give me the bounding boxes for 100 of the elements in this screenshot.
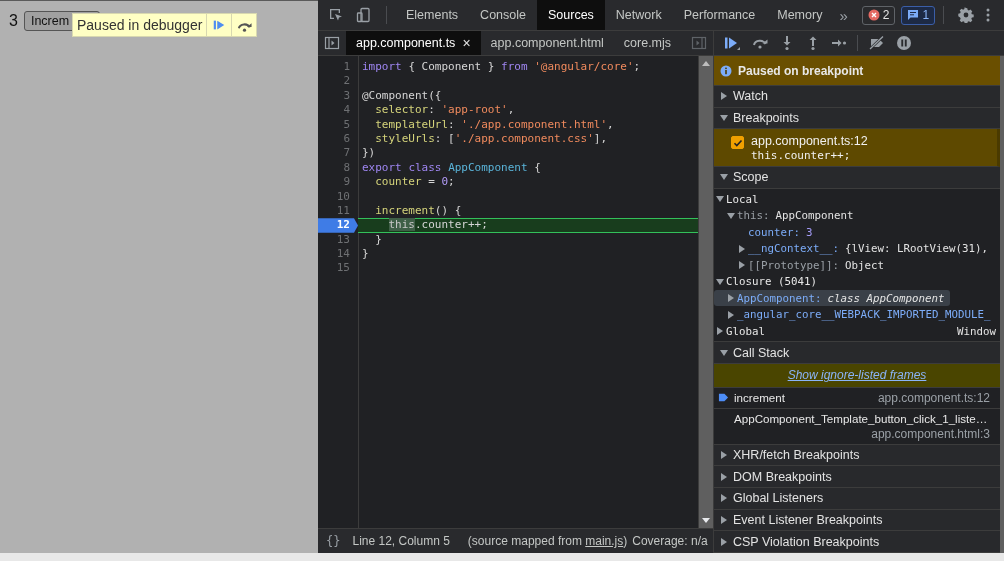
section-header[interactable]: XHR/fetch Breakpoints <box>714 444 1000 467</box>
expanded-triangle-icon[interactable] <box>716 196 724 203</box>
resume-icon <box>723 35 741 51</box>
panel-tab[interactable]: Console <box>469 0 537 30</box>
section-title: Breakpoints <box>733 110 799 125</box>
collapsed-triangle-icon[interactable] <box>721 451 727 460</box>
collapsed-triangle-icon[interactable] <box>721 472 727 481</box>
code-line: increment() { <box>374 203 463 219</box>
breakpoint-item[interactable]: app.component.ts:12 this.counter++; <box>714 129 1000 168</box>
function-name: increment <box>734 391 785 405</box>
selected-tree-row[interactable]: AppComponent: class AppComponent <box>714 289 950 307</box>
counter-value: 3 <box>9 12 18 30</box>
cursor-position: Line 12, Column 5 <box>352 534 451 548</box>
property-value: AppComponent <box>774 209 854 223</box>
section-title: DOM Breakpoints <box>733 469 832 484</box>
property-name: AppComponent: <box>737 291 822 305</box>
code-line: styleUrls: ['./app.component.css'], <box>374 131 609 147</box>
error-icon <box>867 9 880 21</box>
breakpoint-code: this.counter++; <box>751 149 852 163</box>
message-count-badge[interactable]: 1 <box>901 5 936 25</box>
file-tab-label: app.component.ts <box>356 36 456 50</box>
sidebar-toggle-right-icon <box>691 35 707 51</box>
section-title: Global Listeners <box>733 491 824 506</box>
source-map-text: (source mapped from main.js) <box>467 534 629 548</box>
section-header[interactable]: Global Listeners <box>714 488 1000 510</box>
section-header[interactable]: Scope <box>714 167 1000 189</box>
source-link[interactable]: main.js <box>585 534 624 548</box>
panel-tab[interactable]: Sources <box>537 0 605 30</box>
function-name: AppComponent_Template_button_click_1_liste… <box>734 412 988 426</box>
property-name: Global <box>726 324 765 338</box>
section-header[interactable]: Event Listener Breakpoints <box>714 509 1000 532</box>
property-value: Object <box>844 258 885 272</box>
coverage-text: Coverage: n/a <box>632 534 708 548</box>
panel-tab[interactable]: Network <box>604 0 673 30</box>
collapsed-triangle-icon[interactable] <box>739 261 745 270</box>
property-name: counter: <box>748 225 800 239</box>
property-name: _angular_core__WEBPACK_IMPORTED_MODULE_ <box>737 308 991 322</box>
message-icon <box>907 9 920 21</box>
property-value: class AppComponent <box>826 291 945 305</box>
code-line: }) <box>361 146 377 161</box>
section-title: Event Listener Breakpoints <box>733 512 883 527</box>
more-tabs-button[interactable]: » <box>833 6 856 24</box>
settings-icon <box>958 7 975 23</box>
expanded-triangle-icon[interactable] <box>727 212 735 219</box>
file-tab[interactable]: app.component.ts × <box>346 31 481 55</box>
scrollbar[interactable] <box>1000 56 1004 553</box>
close-tab-button[interactable]: × <box>462 35 471 51</box>
collapsed-triangle-icon[interactable] <box>728 310 734 319</box>
code-line: @Component({ <box>361 88 443 104</box>
file-tab[interactable]: app.component.html <box>480 31 614 55</box>
call-frame[interactable]: increment app.component.ts:12 <box>714 387 1000 409</box>
device-icon <box>356 7 372 23</box>
sidebar-toggle-icon <box>324 35 340 51</box>
property-name: __ngContext__: <box>748 242 839 256</box>
expanded-triangle-icon[interactable] <box>720 349 728 356</box>
collapsed-triangle-icon[interactable] <box>721 494 727 503</box>
code-line: } <box>374 232 383 248</box>
collapsed-triangle-icon[interactable] <box>717 327 723 336</box>
collapsed-triangle-icon[interactable] <box>739 244 745 253</box>
file-tab[interactable]: core.mjs <box>613 31 682 55</box>
section-header[interactable]: DOM Breakpoints <box>714 466 1000 489</box>
collapsed-triangle-icon[interactable] <box>728 294 734 303</box>
section-header[interactable]: CSP Violation Breakpoints <box>714 531 1000 553</box>
error-count-badge[interactable]: 2 <box>861 5 896 25</box>
expanded-triangle-icon[interactable] <box>720 114 728 121</box>
panel-tab[interactable]: Elements <box>395 0 470 30</box>
section-title: Call Stack <box>733 345 790 360</box>
breakpoint-checkbox[interactable] <box>731 136 744 150</box>
code-line: export class AppComponent { <box>361 160 542 176</box>
current-frame-icon <box>718 392 729 404</box>
property-value: 3 <box>805 225 813 239</box>
file-tab-label: core.mjs <box>623 36 672 50</box>
deactivate-breakpoints-icon <box>868 35 886 51</box>
panel-tab[interactable]: Performance <box>672 0 767 30</box>
collapsed-triangle-icon[interactable] <box>721 92 727 101</box>
line-number[interactable]: 12 <box>318 218 358 233</box>
section-header[interactable]: Breakpoints <box>714 107 1000 130</box>
scroll-up-icon <box>702 61 710 66</box>
frame-location: app.component.ts:12 <box>877 390 990 405</box>
breakpoint-location: app.component.ts:12 <box>751 134 868 149</box>
property-name: Closure (5041) <box>726 275 817 289</box>
section-header[interactable]: Call Stack <box>714 342 1000 364</box>
scrollbar[interactable] <box>698 56 713 528</box>
pretty-print-button[interactable]: {} <box>318 534 353 548</box>
code-line: } <box>361 247 370 262</box>
code-line: import { Component } from '@angular/core'; <box>361 60 642 75</box>
collapsed-triangle-icon[interactable] <box>721 537 727 546</box>
show-frames-link[interactable]: Show ignore-listed frames <box>787 368 927 383</box>
section-title: CSP Violation Breakpoints <box>733 534 880 549</box>
property-value: Window <box>957 324 997 338</box>
panel-tab[interactable]: Memory <box>766 0 834 30</box>
pause-icon <box>896 35 912 51</box>
section-header[interactable]: Watch <box>714 86 1000 108</box>
expanded-triangle-icon[interactable] <box>716 278 724 285</box>
expanded-triangle-icon[interactable] <box>720 174 728 181</box>
code-line: selector: 'app-root', <box>374 103 516 118</box>
section-title: Watch <box>733 89 768 104</box>
collapsed-triangle-icon[interactable] <box>721 515 727 524</box>
section-title: Scope <box>733 170 769 185</box>
info-icon <box>720 64 732 77</box>
